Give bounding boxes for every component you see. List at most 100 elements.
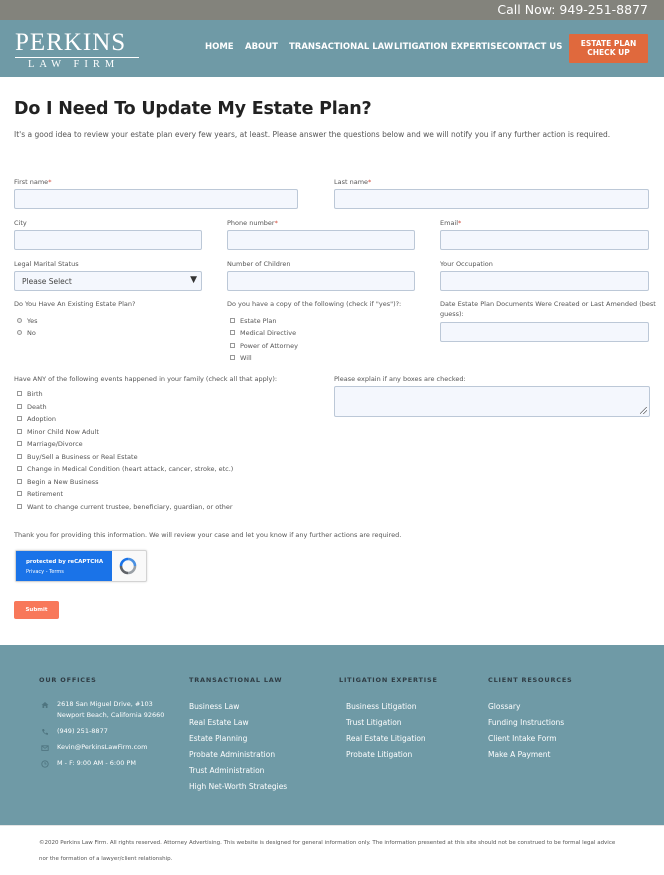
date-docs-input[interactable] [440,322,649,342]
event-change-trustee[interactable]: Want to change current trustee, benefici… [17,503,233,511]
checkbox-icon[interactable] [17,503,22,509]
logo-name: PERKINS [15,29,127,56]
last-name-input[interactable] [334,189,649,209]
copy-docs-label: Do you have a copy of the following (che… [227,300,402,308]
copy-will[interactable]: Will [230,354,252,362]
checkbox-icon[interactable] [17,453,22,459]
resize-grip-icon[interactable] [640,407,647,414]
date-docs-label-2: guess): [440,310,464,318]
footer-phone[interactable]: (949) 251-8877 [57,726,108,737]
footer-offices-heading: OUR OFFICES [39,676,97,684]
phone-input[interactable] [227,230,415,250]
copy-estate-plan[interactable]: Estate Plan [230,317,276,325]
footer-link-trust-litigation[interactable]: Trust Litigation [346,718,402,727]
event-death[interactable]: Death [17,403,47,411]
footer-link-business-law[interactable]: Business Law [189,702,239,711]
event-minor-child-adult[interactable]: Minor Child Now Adult [17,428,99,436]
intro-text: It's a good idea to review your estate p… [14,130,611,139]
footer-link-real-estate-litigation[interactable]: Real Estate Litigation [346,734,426,743]
event-marriage-divorce[interactable]: Marriage/Divorce [17,440,83,448]
footer-link-trust-administration[interactable]: Trust Administration [189,766,264,775]
footer-link-glossary[interactable]: Glossary [488,702,520,711]
footer-transactional-heading: TRANSACTIONAL LAW [189,676,283,684]
option-label: Medical Directive [240,329,297,337]
thanks-text: Thank you for providing this information… [14,531,402,539]
first-name-label: First name* [14,178,52,186]
checkbox-icon[interactable] [230,354,235,360]
footer-link-real-estate-law[interactable]: Real Estate Law [189,718,249,727]
footer-link-client-intake-form[interactable]: Client Intake Form [488,734,557,743]
checkbox-icon[interactable] [17,440,22,446]
copyright-bar: ©2020 Perkins Law Firm. All rights reser… [0,825,664,875]
nav-transactional-law[interactable]: TRANSACTIONAL LAW [289,42,393,52]
email-label-text: Email [440,219,459,227]
logo-rule [15,57,139,58]
copyright-line-1: ©2020 Perkins Law Firm. All rights reser… [39,840,616,846]
site-header: PERKINS LAW FIRM HOME ABOUT TRANSACTIONA… [0,20,664,77]
existing-plan-no[interactable]: No [17,329,36,337]
occupation-input[interactable] [440,271,649,291]
checkbox-icon[interactable] [17,415,22,421]
email-label: Email* [440,219,462,227]
recaptcha-text: protected by reCAPTCHA [26,559,104,565]
footer-link-make-a-payment[interactable]: Make A Payment [488,750,551,759]
nav-litigation-expertise[interactable]: LITIGATION EXPERTISE [394,42,502,52]
children-input[interactable] [227,271,415,291]
nav-contact-us[interactable]: CONTACT US [502,42,562,52]
checkbox-icon[interactable] [17,478,22,484]
event-new-business[interactable]: Begin a New Business [17,478,99,486]
estate-plan-checkup-button[interactable]: ESTATE PLAN CHECK UP [569,34,648,63]
recaptcha-badge[interactable]: protected by reCAPTCHA Privacy - Terms [15,550,147,582]
event-birth[interactable]: Birth [17,390,43,398]
logo[interactable]: PERKINS LAW FIRM [15,30,139,71]
checkbox-icon[interactable] [17,490,22,496]
page-title: Do I Need To Update My Estate Plan? [14,99,372,119]
mail-icon [41,745,49,751]
footer-link-business-litigation[interactable]: Business Litigation [346,702,416,711]
checkbox-icon[interactable] [230,342,235,348]
radio-icon[interactable] [17,329,22,335]
city-input[interactable] [14,230,202,250]
copy-medical-directive[interactable]: Medical Directive [230,329,296,337]
children-label: Number of Children [227,260,291,268]
footer-litigation-heading: LITIGATION EXPERTISE [339,676,438,684]
footer-link-estate-planning[interactable]: Estate Planning [189,734,247,743]
nav-home[interactable]: HOME [205,42,234,52]
nav-about[interactable]: ABOUT [245,42,278,52]
email-input[interactable] [440,230,649,250]
occupation-label: Your Occupation [440,260,493,268]
footer-address-2: Newport Beach, California 92660 [57,711,165,719]
footer-link-probate-litigation[interactable]: Probate Litigation [346,750,412,759]
copy-power-of-attorney[interactable]: Power of Attorney [230,342,298,350]
dropdown-arrow-icon: ▼ [190,275,197,285]
checkbox-icon[interactable] [17,403,22,409]
explain-textarea[interactable] [334,386,650,417]
explain-label: Please explain if any boxes are checked: [334,375,466,383]
existing-plan-yes[interactable]: Yes [17,317,38,325]
footer-link-probate-administration[interactable]: Probate Administration [189,750,275,759]
call-now-link[interactable]: Call Now: 949-251-8877 [497,2,648,17]
recaptcha-links[interactable]: Privacy - Terms [26,569,64,575]
first-name-input[interactable] [14,189,298,209]
option-label: Death [27,403,47,411]
event-retirement[interactable]: Retirement [17,490,63,498]
date-docs-label-1: Date Estate Plan Documents Were Created … [440,300,656,308]
footer-link-funding-instructions[interactable]: Funding Instructions [488,718,564,727]
city-label: City [14,219,27,227]
submit-button[interactable]: Submit [14,601,59,619]
event-buy-sell[interactable]: Buy/Sell a Business or Real Estate [17,453,138,461]
event-medical-change[interactable]: Change in Medical Condition (heart attac… [17,465,233,473]
option-label: Minor Child Now Adult [27,428,99,436]
option-label: Adoption [27,415,57,423]
radio-icon[interactable] [17,317,22,323]
footer-link-high-net-worth[interactable]: High Net-Worth Strategies [189,782,287,791]
phone-icon [42,729,48,735]
marital-status-select[interactable]: Please Select ▼ [14,271,202,291]
event-adoption[interactable]: Adoption [17,415,56,423]
checkbox-icon[interactable] [17,390,22,396]
checkbox-icon[interactable] [230,329,235,335]
footer-email[interactable]: Kevin@PerkinsLawFirm.com [57,742,147,753]
checkbox-icon[interactable] [17,428,22,434]
checkbox-icon[interactable] [17,465,22,471]
checkbox-icon[interactable] [230,317,235,323]
